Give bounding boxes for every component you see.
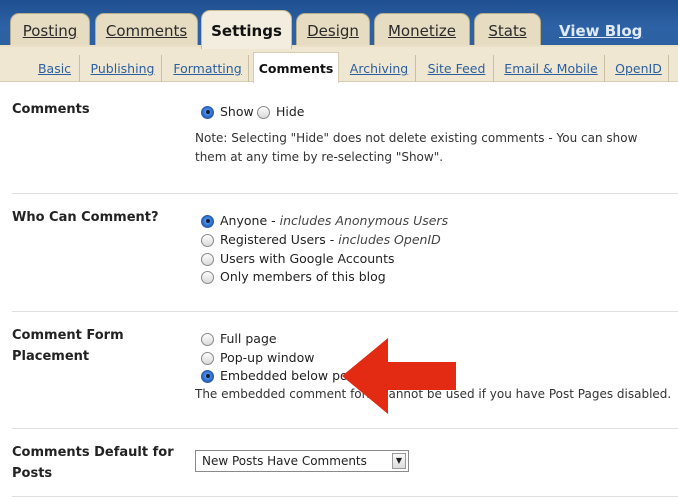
placement-option-popup[interactable]: Pop-up window: [201, 349, 314, 367]
divider: [12, 311, 678, 312]
radio-selected-icon[interactable]: [201, 369, 214, 383]
tab-label: Posting: [22, 22, 78, 40]
option-label: Users with Google Accounts: [220, 251, 395, 266]
who-can-comment-label: Who Can Comment?: [12, 210, 159, 225]
tab-label: Comments: [105, 22, 188, 40]
tab-monetize[interactable]: Monetize: [374, 13, 470, 47]
radio-unselected-icon[interactable]: [201, 233, 214, 247]
subtab-email-mobile[interactable]: Email & Mobile: [498, 55, 605, 82]
radio-unselected-icon[interactable]: [257, 105, 270, 119]
subtab-label: Basic: [37, 61, 72, 76]
option-label: Full page: [220, 331, 277, 346]
comments-note-line1: Note: Selecting "Hide" does not delete e…: [195, 131, 638, 145]
tab-comments[interactable]: Comments: [95, 13, 198, 47]
who-option-registered[interactable]: Registered Users - includes OpenID: [201, 231, 441, 249]
comments-option-hide[interactable]: Hide: [257, 103, 305, 121]
option-label: Only members of this blog: [220, 269, 386, 284]
comments-default-label-line2: Posts: [12, 466, 53, 481]
view-blog-link[interactable]: View Blog: [559, 22, 642, 40]
tab-label: Settings: [211, 22, 282, 40]
radio-selected-icon[interactable]: [201, 105, 214, 119]
subtab-archiving[interactable]: Archiving: [343, 55, 416, 82]
tab-stats[interactable]: Stats: [474, 13, 541, 47]
tab-label: Design: [307, 22, 359, 40]
form-placement-label-line1: Comment Form: [12, 328, 124, 343]
placement-option-embedded[interactable]: Embedded below post: [201, 367, 359, 385]
who-option-anyone[interactable]: Anyone - includes Anonymous Users: [201, 212, 448, 230]
comments-option-show[interactable]: Show: [201, 103, 254, 121]
subtab-publishing[interactable]: Publishing: [84, 55, 162, 82]
who-option-google[interactable]: Users with Google Accounts: [201, 250, 395, 268]
divider: [12, 193, 678, 194]
subtab-label: Comments: [258, 61, 334, 76]
subtab-openid[interactable]: OpenID: [609, 55, 669, 82]
radio-selected-icon[interactable]: [201, 214, 214, 228]
subtab-formatting[interactable]: Formatting: [167, 55, 249, 82]
tab-label: Stats: [488, 22, 527, 40]
subtab-label: Formatting: [173, 61, 242, 76]
radio-unselected-icon[interactable]: [201, 252, 214, 266]
comments-default-label-line1: Comments Default for: [12, 445, 174, 460]
settings-subnav: Basic Publishing Formatting Comments Arc…: [0, 47, 678, 83]
form-placement-label-line2: Placement: [12, 349, 90, 364]
tab-design[interactable]: Design: [296, 13, 370, 47]
divider: [12, 428, 678, 429]
divider: [12, 496, 678, 497]
comments-label: Comments: [12, 102, 90, 117]
comments-default-select[interactable]: New Posts Have Comments ▼: [195, 450, 409, 472]
subtab-site-feed[interactable]: Site Feed: [420, 55, 494, 82]
radio-unselected-icon[interactable]: [201, 270, 214, 284]
placement-option-full-page[interactable]: Full page: [201, 330, 277, 348]
option-label: Embedded below post: [220, 368, 360, 383]
option-detail: includes OpenID: [338, 232, 441, 247]
subtab-basic[interactable]: Basic: [30, 55, 80, 82]
subtab-label: Site Feed: [427, 61, 486, 76]
tab-settings[interactable]: Settings: [201, 10, 292, 49]
dropdown-arrow-icon[interactable]: ▼: [392, 453, 406, 469]
top-nav-bar: Posting Comments Settings Design Monetiz…: [0, 0, 678, 49]
option-label: Show: [220, 104, 254, 119]
comments-note-line2: them at any time by re-selecting "Show".: [195, 150, 444, 164]
tab-posting[interactable]: Posting: [10, 13, 90, 47]
select-value: New Posts Have Comments: [202, 454, 367, 468]
left-arrow-icon: [342, 338, 456, 414]
subtab-label: Email & Mobile: [504, 61, 598, 76]
radio-unselected-icon[interactable]: [201, 332, 214, 346]
option-detail: includes Anonymous Users: [279, 213, 449, 228]
subtab-label: Archiving: [349, 61, 409, 76]
who-option-members[interactable]: Only members of this blog: [201, 268, 386, 286]
option-label: Hide: [276, 104, 305, 119]
subtab-label: OpenID: [615, 61, 662, 76]
subtab-label: Publishing: [90, 61, 155, 76]
option-label: Registered Users -: [220, 232, 335, 247]
subtab-comments[interactable]: Comments: [253, 52, 339, 83]
option-label: Pop-up window: [220, 350, 315, 365]
option-label: Anyone -: [220, 213, 276, 228]
radio-unselected-icon[interactable]: [201, 351, 214, 365]
tab-label: Monetize: [387, 22, 456, 40]
